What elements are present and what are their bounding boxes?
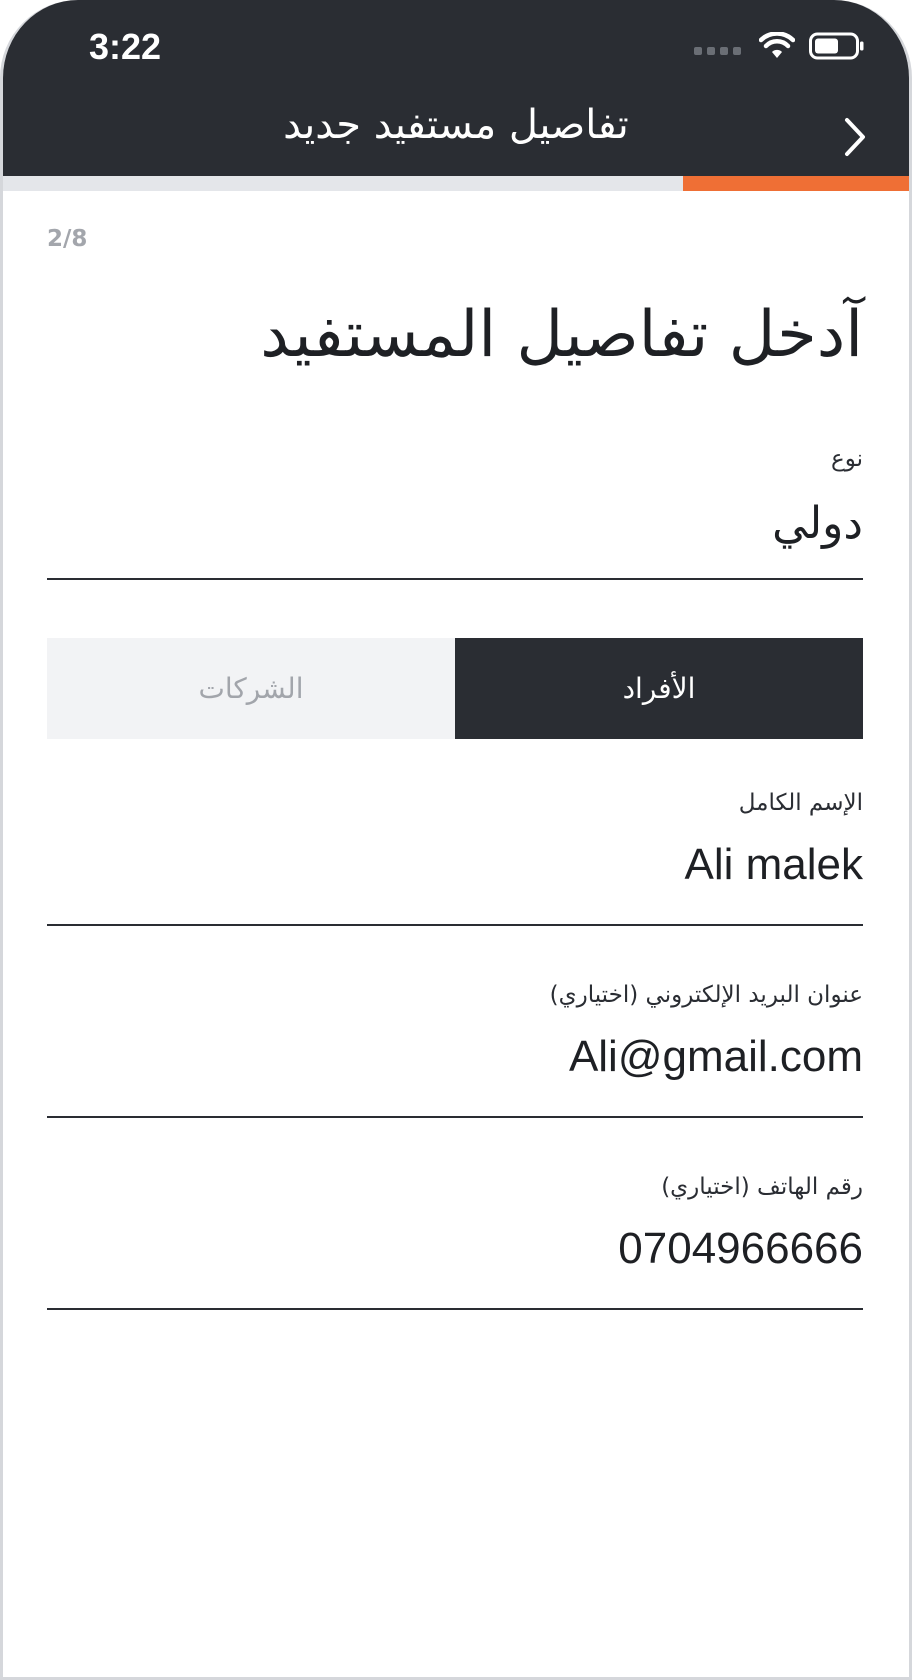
full-name-input[interactable]: Ali malek — [685, 840, 864, 890]
chevron-right-icon — [845, 118, 865, 156]
type-value: دولي — [772, 498, 863, 549]
type-field[interactable]: نوع دولي — [47, 446, 863, 580]
battery-icon — [809, 32, 864, 60]
signal-icon — [694, 47, 741, 55]
status-icons — [694, 32, 865, 60]
full-name-label: الإسم الكامل — [738, 790, 863, 816]
phone-frame: 3:22 تفاصيل مستفيد جديد 2/8 آدخل تفاصيل … — [0, 0, 912, 1680]
segment-companies[interactable]: الشركات — [47, 638, 455, 739]
wifi-icon — [759, 32, 795, 58]
email-input[interactable]: Ali@gmail.com — [569, 1032, 863, 1082]
app-header: 3:22 تفاصيل مستفيد جديد — [3, 0, 909, 176]
progress-bar — [3, 176, 909, 191]
beneficiary-kind-toggle: الشركات الأفراد — [47, 638, 863, 739]
type-label: نوع — [830, 446, 863, 472]
segment-individuals[interactable]: الأفراد — [455, 638, 863, 739]
status-time: 3:22 — [89, 26, 162, 67]
email-field[interactable]: عنوان البريد الإلكتروني (اختياري) Ali@gm… — [47, 982, 863, 1118]
email-label: عنوان البريد الإلكتروني (اختياري) — [549, 982, 863, 1008]
phone-label: رقم الهاتف (اختياري) — [661, 1174, 863, 1200]
phone-field[interactable]: رقم الهاتف (اختياري) 0704966666 — [47, 1174, 863, 1310]
step-counter: 2/8 — [47, 226, 88, 252]
page-title: تفاصيل مستفيد جديد — [283, 102, 629, 148]
full-name-field[interactable]: الإسم الكامل Ali malek — [47, 790, 863, 926]
form-heading: آدخل تفاصيل المستفيد — [260, 298, 863, 372]
back-button[interactable] — [837, 114, 871, 160]
progress-fill — [682, 176, 909, 191]
phone-input[interactable]: 0704966666 — [618, 1224, 863, 1274]
